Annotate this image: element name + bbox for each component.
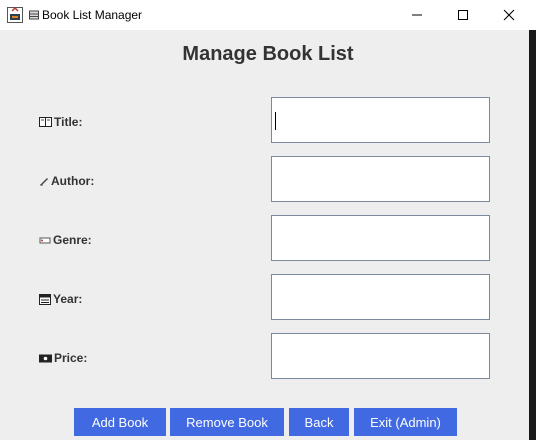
price-input[interactable] <box>271 333 490 379</box>
genre-input[interactable] <box>271 215 490 261</box>
title-label-text: Title: <box>54 115 83 129</box>
genre-label-text: Genre: <box>53 233 92 247</box>
window-title: Book List Manager <box>42 8 143 22</box>
calendar-icon <box>39 293 51 305</box>
maximize-button[interactable] <box>440 0 486 30</box>
author-input[interactable] <box>271 156 490 202</box>
page-title: Manage Book List <box>182 43 354 65</box>
year-input[interactable] <box>271 274 490 320</box>
book-icon <box>39 117 52 127</box>
exit-admin-button[interactable]: Exit (Admin) <box>354 408 457 436</box>
money-icon <box>39 354 52 362</box>
remove-book-button[interactable]: Remove Book <box>170 408 284 436</box>
year-label: Year: <box>39 291 82 307</box>
java-app-icon <box>7 7 23 23</box>
price-label: Price: <box>39 350 87 366</box>
minimize-button[interactable] <box>394 0 440 30</box>
pen-icon <box>40 178 48 186</box>
title-label: Title: <box>39 114 82 130</box>
minimize-icon <box>412 14 422 16</box>
close-icon <box>503 9 515 21</box>
year-label-text: Year: <box>53 292 83 306</box>
window-edge <box>529 30 536 440</box>
maximize-icon <box>458 10 468 20</box>
author-label-text: Author: <box>51 174 95 188</box>
author-label: Author: <box>39 173 94 189</box>
close-button[interactable] <box>486 0 532 30</box>
title-bar[interactable]: Book List Manager <box>0 0 536 30</box>
genre-label: Genre: <box>39 232 92 248</box>
add-book-button[interactable]: Add Book <box>74 408 166 436</box>
price-label-text: Price: <box>54 351 88 365</box>
back-button[interactable]: Back <box>289 408 349 436</box>
tag-icon <box>39 237 51 244</box>
title-input[interactable] <box>271 97 490 143</box>
books-icon <box>29 10 39 20</box>
text-caret <box>275 112 276 130</box>
